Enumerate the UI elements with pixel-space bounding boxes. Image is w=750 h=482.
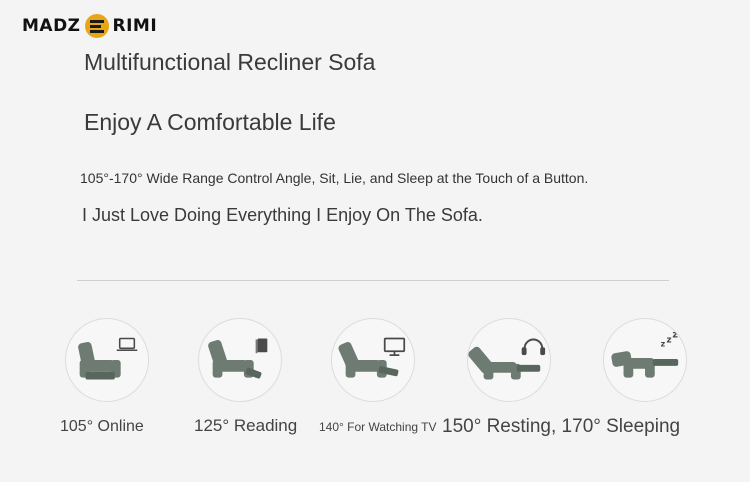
feature-description: 105°-170° Wide Range Control Angle, Sit,…: [80, 170, 589, 186]
mode-online-circle: [65, 318, 149, 402]
recliner-sleep-icon: z z z: [611, 330, 678, 378]
mode-resting-circle: [467, 318, 551, 402]
mode-sleeping-circle: z z z: [603, 318, 687, 402]
page-title: Multifunctional Recliner Sofa: [84, 49, 376, 75]
page-subtitle: Enjoy A Comfortable Life: [84, 109, 336, 135]
svg-text:z: z: [661, 339, 666, 348]
recliner-headphones-icon: [468, 338, 546, 380]
svg-text:z: z: [672, 330, 678, 341]
recliner-book-icon: [208, 338, 268, 379]
tagline: I Just Love Doing Everything I Enjoy On …: [82, 205, 483, 225]
recline-modes-icons: z z z: [0, 318, 750, 408]
brand-name-left: MADZ: [22, 16, 81, 36]
svg-text:z: z: [666, 335, 671, 345]
mode-tv-circle: [331, 318, 415, 402]
mode-label-reading: 125° Reading: [194, 416, 298, 435]
mode-reading-circle: [198, 318, 282, 402]
logo-mark-icon: [84, 14, 109, 38]
section-divider: [77, 280, 669, 281]
recliner-tv-icon: [338, 337, 406, 378]
recline-modes-labels: 105° Online 125° Reading 140° For Watchi…: [0, 414, 750, 442]
brand-name-right: RIMI: [112, 16, 158, 36]
brand-logo: MADZ RIMI: [22, 12, 157, 40]
mode-label-resting-sleeping: 150° Resting, 170° Sleeping: [442, 416, 681, 437]
recliner-laptop-icon: [78, 337, 138, 380]
mode-label-tv: 140° For Watching TV: [319, 420, 437, 434]
mode-label-online: 105° Online: [60, 418, 144, 435]
